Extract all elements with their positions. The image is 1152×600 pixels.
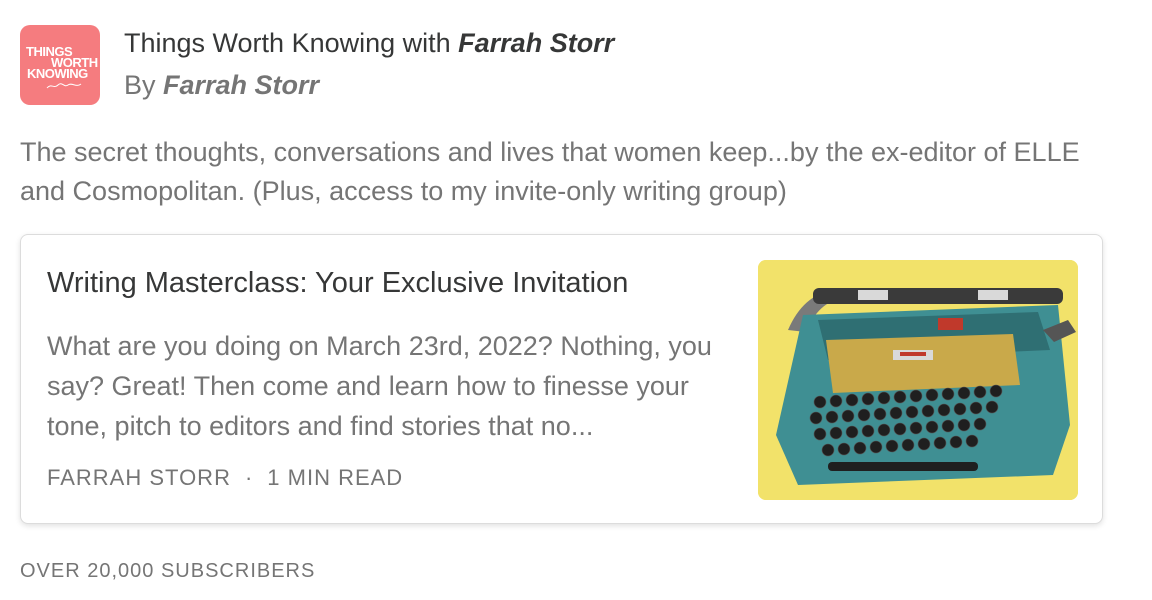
post-title[interactable]: Writing Masterclass: Your Exclusive Invi…	[47, 267, 628, 300]
meta-separator: ·	[244, 465, 254, 490]
logo-line-3: KNOWING	[27, 66, 88, 81]
publication-byline: By Farrah Storr	[124, 70, 319, 101]
publication-title[interactable]: Things Worth Knowing with Farrah Storr	[124, 28, 614, 59]
publication-title-author: Farrah Storr	[458, 28, 615, 58]
publication-description: The secret thoughts, conversations and l…	[20, 137, 1080, 206]
post-meta: FARRAH STORR · 1 MIN READ	[47, 465, 403, 491]
byline-prefix: By	[124, 70, 164, 100]
byline-author[interactable]: Farrah Storr	[163, 70, 319, 100]
publication-title-prefix: Things Worth Knowing with	[124, 28, 459, 58]
logo-signature-icon	[46, 83, 82, 89]
publication-logo[interactable]: THINGS WORTH KNOWING	[20, 25, 100, 105]
post-thumbnail[interactable]	[758, 260, 1078, 500]
post-author[interactable]: FARRAH STORR	[47, 465, 231, 490]
post-excerpt: What are you doing on March 23rd, 2022? …	[47, 331, 712, 441]
typewriter-image	[758, 260, 1078, 500]
subscriber-count: OVER 20,000 SUBSCRIBERS	[20, 560, 316, 582]
post-read-time: 1 MIN READ	[267, 465, 404, 490]
post-card[interactable]: Writing Masterclass: Your Exclusive Invi…	[20, 234, 1103, 524]
